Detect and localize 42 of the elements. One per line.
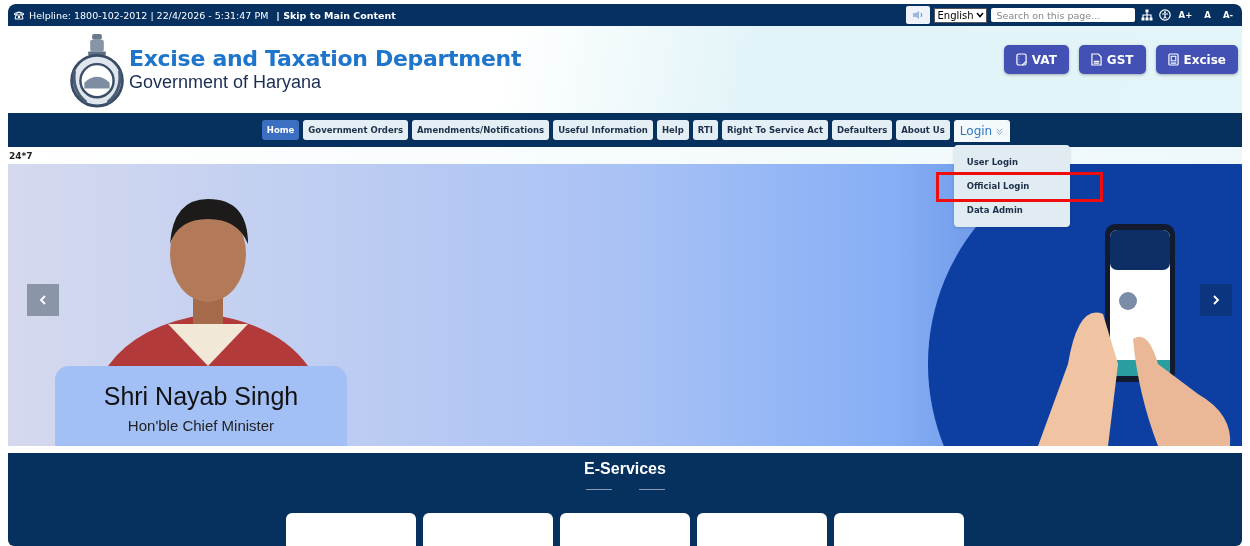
nav-tab[interactable]: Help bbox=[656, 120, 689, 140]
menu-item[interactable]: Data Admin bbox=[953, 199, 1070, 223]
sitemap-icon[interactable] bbox=[1140, 9, 1153, 21]
login-menu-tab[interactable]: Login bbox=[953, 120, 1011, 142]
screen-reader-button[interactable] bbox=[906, 6, 931, 24]
font-size-button[interactable]: A+ bbox=[1174, 10, 1197, 20]
skip-link[interactable]: | Skip to Main Content bbox=[276, 9, 396, 21]
section-title: E-Services bbox=[584, 460, 666, 478]
gst-button[interactable]: GST bbox=[1078, 45, 1146, 74]
accessibility-icon[interactable] bbox=[1158, 9, 1171, 21]
previous-slide-button[interactable] bbox=[27, 284, 59, 316]
nav-tab[interactable]: Government Orders bbox=[303, 120, 408, 140]
nav-tab[interactable]: Defaulters bbox=[831, 120, 893, 140]
file-icon bbox=[1090, 53, 1102, 66]
vat-button[interactable]: VAT bbox=[1003, 45, 1069, 74]
nav-tab[interactable]: Useful Information bbox=[553, 120, 653, 140]
search-field[interactable]: Search on this page... bbox=[990, 8, 1135, 22]
phone-icon bbox=[13, 10, 25, 20]
nav-tab[interactable]: About Us bbox=[896, 120, 950, 140]
excise-button[interactable]: Excise bbox=[1155, 45, 1238, 74]
language-select[interactable]: English bbox=[934, 7, 987, 23]
chevron-right-icon bbox=[1211, 294, 1221, 306]
nav-tab[interactable]: Amendments/Notifications bbox=[411, 120, 550, 140]
department-title: Excise and Taxation Department bbox=[129, 46, 522, 71]
book-icon bbox=[1167, 53, 1179, 66]
nav-tab[interactable]: Right To Service Act bbox=[721, 120, 828, 140]
caption-role: Hon'ble Chief Minister bbox=[127, 417, 275, 434]
chevron-left-icon bbox=[38, 294, 48, 306]
caret-icon bbox=[975, 12, 984, 18]
caption-name: Shri Nayab Singh bbox=[103, 382, 299, 411]
ticker-label: 24*7 bbox=[9, 150, 33, 161]
speaker-icon bbox=[912, 10, 925, 20]
government-subtitle: Government of Haryana bbox=[129, 72, 323, 93]
font-size-button[interactable]: A bbox=[1200, 10, 1215, 20]
nav-tab[interactable]: RTI bbox=[692, 120, 718, 140]
helpline-text: Helpline: 1800-102-2012 | 22/4/2026 - 5:31:47 PM bbox=[29, 9, 269, 21]
nav-tab[interactable]: Home bbox=[261, 120, 300, 140]
menu-item[interactable]: User Login bbox=[953, 151, 1070, 175]
next-slide-button[interactable] bbox=[1200, 284, 1232, 316]
document-icon bbox=[1015, 53, 1027, 66]
font-size-button[interactable]: A- bbox=[1218, 10, 1237, 20]
menu-item[interactable]: Official Login bbox=[938, 175, 1100, 199]
